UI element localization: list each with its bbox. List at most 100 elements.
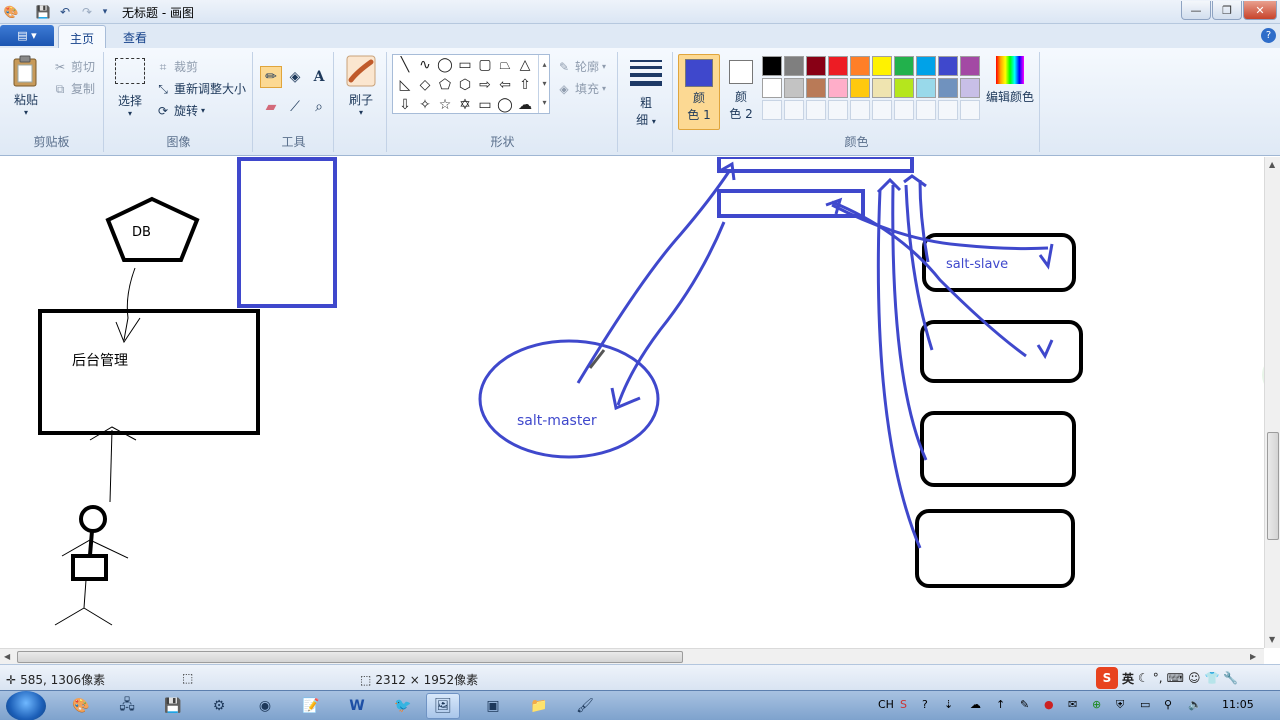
horizontal-scroll-thumb[interactable] — [17, 651, 683, 663]
down-arrow-shape-icon[interactable]: ⇩ — [395, 95, 415, 115]
palette-empty-swatch[interactable] — [938, 100, 958, 120]
user-icon[interactable]: ☺ — [1188, 671, 1201, 685]
minimize-button[interactable]: — — [1181, 1, 1211, 20]
palette-color-swatch[interactable] — [960, 78, 980, 98]
cloud-callout-shape-icon[interactable]: ☁ — [515, 95, 535, 115]
vertical-scroll-thumb[interactable] — [1267, 432, 1279, 540]
pentagon-shape-icon[interactable]: ⬠ — [435, 75, 455, 95]
crop-button[interactable]: ⌗ 裁剪 — [155, 58, 198, 75]
palette-color-swatch[interactable] — [916, 56, 936, 76]
moon-icon[interactable]: ☾ — [1138, 671, 1149, 685]
fill-bucket-icon[interactable]: ◈ — [284, 66, 306, 88]
maximize-button[interactable]: ❐ — [1212, 1, 1242, 20]
scroll-down-icon[interactable]: ▼ — [1269, 635, 1275, 644]
palette-empty-swatch[interactable] — [828, 100, 848, 120]
six-point-star-shape-icon[interactable]: ✡ — [455, 95, 475, 115]
taskbar-app-explorer-icon[interactable]: 📁 — [522, 693, 556, 719]
redo-icon[interactable]: ↷ — [78, 3, 96, 21]
palette-color-swatch[interactable] — [894, 56, 914, 76]
palette-empty-swatch[interactable] — [784, 100, 804, 120]
palette-color-swatch[interactable] — [762, 56, 782, 76]
help-icon[interactable]: ? — [1261, 28, 1276, 43]
punctuation-icon[interactable]: °, — [1153, 671, 1163, 685]
copy-button[interactable]: ⧉ 复制 — [52, 80, 95, 97]
size-button[interactable]: 粗 细 ▾ — [627, 56, 665, 128]
taskbar-app-paint-icon[interactable]: 🎨 — [64, 693, 98, 719]
oval-shape-icon[interactable]: ◯ — [435, 55, 455, 75]
palette-color-swatch[interactable] — [828, 56, 848, 76]
palette-empty-swatch[interactable] — [806, 100, 826, 120]
rotate-button[interactable]: ⟳ 旋转 ▾ — [155, 102, 205, 119]
taskbar-app-paint-active-icon[interactable]: 🖼 — [426, 693, 460, 719]
scroll-up-icon[interactable]: ▲ — [1269, 160, 1275, 169]
tray-monitor-icon[interactable]: ▭ — [1140, 698, 1150, 711]
palette-empty-swatch[interactable] — [872, 100, 892, 120]
save-icon[interactable]: 💾 — [34, 3, 52, 21]
palette-color-swatch[interactable] — [938, 78, 958, 98]
outline-button[interactable]: ✎ 轮廓 ▾ — [556, 58, 606, 75]
shirt-icon[interactable]: 👕 — [1204, 671, 1219, 685]
file-menu-button[interactable]: ▤ ▾ — [0, 25, 54, 46]
tray-pen-icon[interactable]: ✎ — [1020, 698, 1029, 711]
taskbar-app-notepad-icon[interactable]: 📝 — [294, 693, 328, 719]
tray-pin-icon[interactable]: ⇣ — [944, 698, 953, 711]
palette-color-swatch[interactable] — [762, 78, 782, 98]
tray-sogou-icon[interactable]: S — [900, 698, 907, 711]
palette-color-swatch[interactable] — [850, 56, 870, 76]
paste-button[interactable]: 粘贴 ▾ — [6, 54, 46, 117]
tray-cloud-icon[interactable]: ☁ — [970, 698, 981, 711]
taskbar-app-cmd-icon[interactable]: ▣ — [476, 693, 510, 719]
tray-network-icon[interactable]: ⚲ — [1164, 698, 1172, 711]
curve-shape-icon[interactable]: ∿ — [415, 55, 435, 75]
palette-empty-swatch[interactable] — [960, 100, 980, 120]
palette-empty-swatch[interactable] — [762, 100, 782, 120]
tray-arrow-icon[interactable]: ↑ — [996, 698, 1005, 711]
close-button[interactable]: ✕ — [1243, 1, 1277, 20]
taskbar-app-network-icon[interactable]: 🖧 — [110, 693, 144, 719]
rounded-rect-shape-icon[interactable]: ▢ — [475, 55, 495, 75]
tray-volume-icon[interactable]: 🔈 — [1188, 698, 1202, 711]
palette-color-swatch[interactable] — [916, 78, 936, 98]
palette-color-swatch[interactable] — [938, 56, 958, 76]
start-button[interactable] — [6, 691, 46, 720]
ime-toolbar[interactable]: S 英 ☾ °, ⌨ ☺ 👕 🔧 — [1096, 667, 1238, 689]
undo-icon[interactable]: ↶ — [56, 3, 74, 21]
palette-color-swatch[interactable] — [828, 78, 848, 98]
up-arrow-shape-icon[interactable]: ⇧ — [515, 75, 535, 95]
palette-color-swatch[interactable] — [784, 78, 804, 98]
palette-color-swatch[interactable] — [806, 56, 826, 76]
shapes-scroll[interactable]: ▴ ▾ ▾ — [538, 55, 550, 113]
paint-app-icon[interactable]: 🎨 — [2, 3, 20, 21]
color1-button[interactable]: 颜 色 1 — [678, 54, 720, 130]
hexagon-shape-icon[interactable]: ⬡ — [455, 75, 475, 95]
palette-empty-swatch[interactable] — [894, 100, 914, 120]
brush-button[interactable]: 刷子 ▾ — [341, 54, 381, 117]
pencil-icon[interactable]: ✏ — [260, 66, 282, 88]
left-arrow-shape-icon[interactable]: ⇦ — [495, 75, 515, 95]
taskbar-app-word-icon[interactable]: W — [340, 693, 374, 719]
eraser-icon[interactable]: ▰ — [260, 96, 282, 118]
wrench-icon[interactable]: 🔧 — [1223, 671, 1238, 685]
drawing-surface[interactable]: DB 后台管理 salt-master salt-slave — [0, 157, 1264, 648]
scroll-right-icon[interactable]: ▶ — [1250, 652, 1256, 661]
four-point-star-shape-icon[interactable]: ✧ — [415, 95, 435, 115]
color2-button[interactable]: 颜 色 2 — [724, 54, 758, 130]
palette-color-swatch[interactable] — [960, 56, 980, 76]
color-picker-icon[interactable]: ⟋ — [284, 96, 306, 118]
right-arrow-shape-icon[interactable]: ⇨ — [475, 75, 495, 95]
palette-color-swatch[interactable] — [872, 56, 892, 76]
resize-button[interactable]: ⤡ 重新调整大小 — [155, 80, 246, 97]
scroll-left-icon[interactable]: ◀ — [4, 652, 10, 661]
rect-callout-shape-icon[interactable]: ▭ — [475, 95, 495, 115]
palette-empty-swatch[interactable] — [916, 100, 936, 120]
tab-home[interactable]: 主页 — [58, 25, 106, 48]
tray-shield-icon[interactable]: ⛨ — [1116, 698, 1124, 712]
palette-color-swatch[interactable] — [784, 56, 804, 76]
clock[interactable]: 11:05 — [1222, 698, 1254, 711]
taskbar-app-mspaint-icon[interactable]: 🖌 — [568, 693, 602, 719]
rectangle-shape-icon[interactable]: ▭ — [455, 55, 475, 75]
drawing-canvas[interactable]: DB 后台管理 salt-master salt-slave — [0, 157, 1264, 648]
cut-button[interactable]: ✂ 剪切 — [52, 58, 95, 75]
horizontal-scrollbar[interactable]: ◀ ▶ — [0, 648, 1264, 664]
text-tool-icon[interactable]: A — [308, 66, 330, 88]
